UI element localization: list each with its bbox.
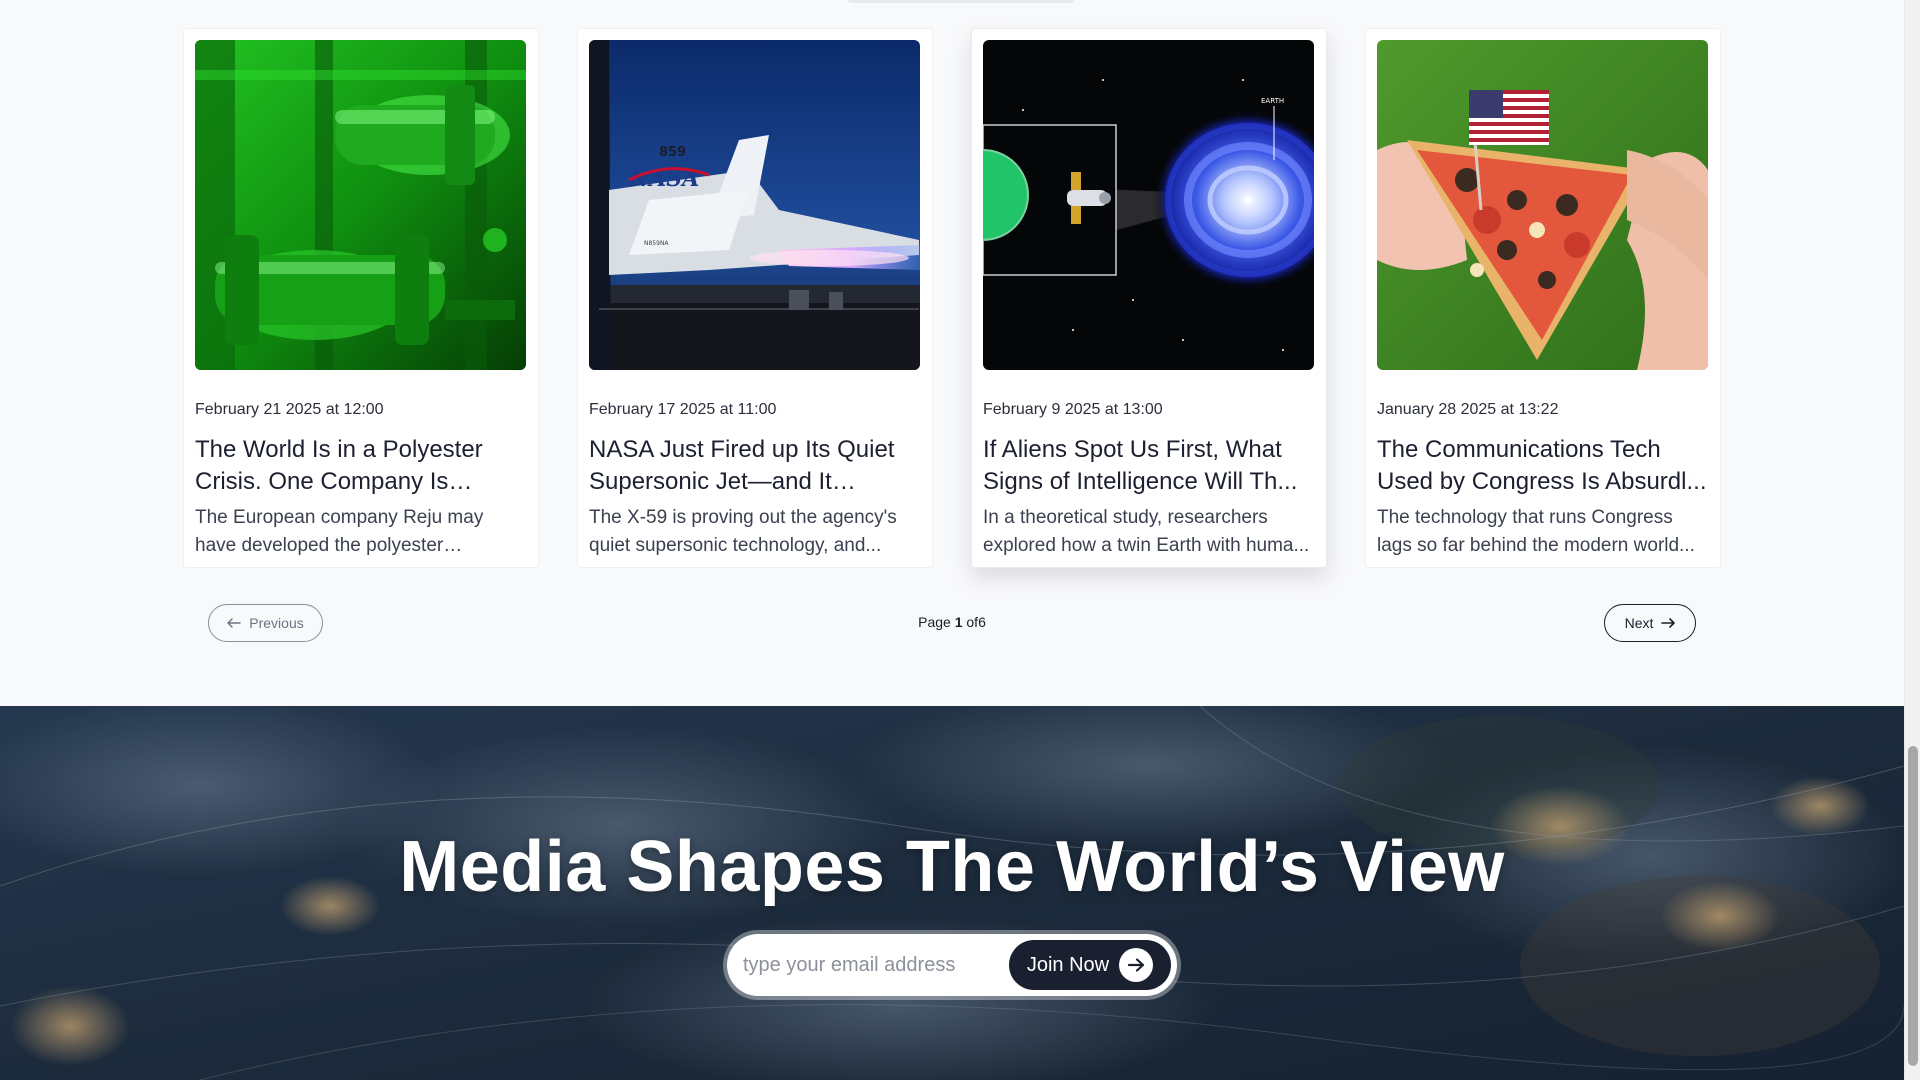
page-of-text: of	[966, 614, 979, 630]
next-label: Next	[1624, 615, 1654, 631]
article-card[interactable]: February 21 2025 at 12:00 The World Is i…	[183, 28, 539, 568]
newsletter-form: Join Now	[727, 934, 1177, 996]
pagination: Previous Page 1 of6 Next	[183, 604, 1721, 642]
article-grid: February 21 2025 at 12:00 The World Is i…	[183, 28, 1721, 568]
article-image-aliens[interactable]: EARTH	[983, 40, 1314, 370]
polyester-machinery-image	[195, 40, 526, 370]
registration-text: N859NA	[644, 240, 669, 247]
page-prefix: Page	[918, 614, 951, 630]
email-input[interactable]	[743, 944, 1013, 986]
join-now-label: Join Now	[1026, 953, 1110, 976]
article-excerpt: The technology that runs Congress lags s…	[1377, 507, 1695, 556]
earth-label-text: EARTH	[1261, 97, 1284, 105]
arrow-right-icon	[1661, 615, 1676, 631]
earth-galaxy-image: EARTH	[983, 40, 1314, 370]
article-date: February 17 2025 at 11:00	[589, 401, 777, 418]
join-now-button[interactable]: Join Now	[1009, 940, 1171, 990]
newsletter-hero: Media Shapes The World’s View Join Now	[0, 706, 1904, 1080]
article-image-nasa-jet[interactable]: 859 NASA N859NA	[589, 40, 920, 370]
article-title[interactable]: If Aliens Spot Us First, What Signs of I…	[983, 434, 1315, 498]
article-date: February 21 2025 at 12:00	[195, 401, 384, 418]
article-title[interactable]: The World Is in a Polyester Crisis. One …	[195, 434, 527, 498]
article-image-congress[interactable]	[1377, 40, 1708, 370]
current-page-number: 1	[954, 614, 963, 630]
newsletter-headline: Media Shapes The World’s View	[399, 827, 1505, 907]
article-image-polyester[interactable]	[195, 40, 526, 370]
total-pages-number: 6	[978, 614, 986, 630]
scrollbar-thumb[interactable]	[1908, 746, 1918, 1066]
article-date: February 9 2025 at 13:00	[983, 401, 1163, 418]
tail-number-text: 859	[659, 145, 686, 160]
page: February 21 2025 at 12:00 The World Is i…	[0, 0, 1904, 1080]
next-button[interactable]: Next	[1604, 604, 1696, 642]
top-divider	[848, 0, 1074, 3]
pizza-flag-image	[1377, 40, 1708, 370]
article-title[interactable]: NASA Just Fired up Its Quiet Supersonic …	[589, 434, 921, 498]
article-excerpt: The European company Reju may have devel…	[195, 507, 484, 556]
article-card[interactable]: EARTH February 9 2025 at 13:00 If Aliens…	[971, 28, 1327, 568]
nasa-jet-image: 859 NASA N859NA	[589, 40, 920, 370]
article-title[interactable]: The Communications Tech Used by Congress…	[1377, 434, 1709, 498]
circle-arrow-right-icon	[1119, 948, 1154, 982]
article-excerpt: In a theoretical study, researchers expl…	[983, 507, 1310, 556]
article-card[interactable]: 859 NASA N859NA February 17 2025 at 11:0…	[577, 28, 933, 568]
article-date: January 28 2025 at 13:22	[1377, 401, 1559, 418]
article-card[interactable]: January 28 2025 at 13:22 The Communicati…	[1365, 28, 1721, 568]
page-indicator: Page 1 of6	[183, 614, 1721, 630]
article-excerpt: The X-59 is proving out the agency's qui…	[589, 507, 897, 556]
page-scrollbar[interactable]	[1904, 0, 1920, 1080]
